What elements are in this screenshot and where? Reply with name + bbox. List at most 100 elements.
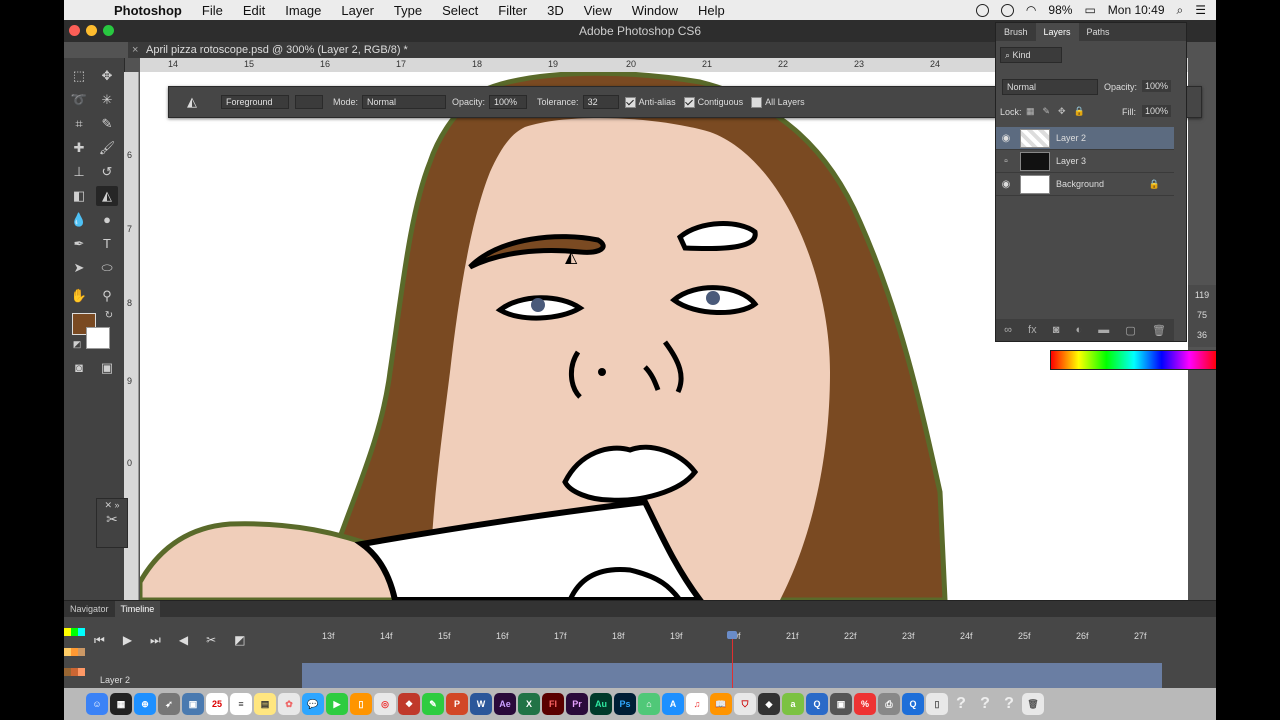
- healing-brush-tool-icon[interactable]: ✚: [68, 138, 90, 158]
- delete-layer-icon[interactable]: 🗑: [1152, 324, 1166, 337]
- transition-icon[interactable]: ◩: [234, 633, 245, 648]
- menu-image[interactable]: Image: [285, 3, 321, 18]
- marquee-tool-icon[interactable]: ⬚: [68, 66, 90, 86]
- new-layer-icon[interactable]: ▢: [1125, 324, 1135, 337]
- screen-mode-icon[interactable]: ▣: [96, 358, 118, 378]
- pdf-icon[interactable]: ⛉: [734, 693, 756, 715]
- color-spectrum-bar[interactable]: [1050, 350, 1216, 370]
- itunes-icon[interactable]: ♫: [686, 693, 708, 715]
- layer-row-layer-3[interactable]: ▫ Layer 3: [996, 150, 1174, 173]
- tab-navigator[interactable]: Navigator: [64, 601, 115, 617]
- mode-select[interactable]: Normal: [362, 95, 447, 109]
- photos-icon[interactable]: ✿: [278, 693, 300, 715]
- reminders-icon[interactable]: ▤: [254, 693, 276, 715]
- ibooks-icon[interactable]: ▯: [350, 693, 372, 715]
- ellipse-tool-icon[interactable]: ⬭: [96, 258, 118, 278]
- fill-input[interactable]: 100%: [1142, 105, 1172, 117]
- visibility-empty-icon[interactable]: ▫: [996, 156, 1016, 167]
- dodge-tool-icon[interactable]: ●: [96, 210, 118, 230]
- background-color-swatch[interactable]: [86, 327, 110, 349]
- brush-tool-icon[interactable]: 🖌: [96, 138, 118, 158]
- excel-icon[interactable]: X: [518, 693, 540, 715]
- help-icon[interactable]: ?: [974, 693, 996, 715]
- menu-help[interactable]: Help: [698, 3, 725, 18]
- notification-icon[interactable]: ☰: [1195, 3, 1206, 17]
- panel-collapse-icon[interactable]: ✕ »: [97, 499, 127, 511]
- next-frame-icon[interactable]: ⏭: [150, 633, 161, 648]
- appstore-icon[interactable]: A: [662, 693, 684, 715]
- blur-tool-icon[interactable]: 💧: [68, 210, 90, 230]
- menu-photoshop[interactable]: Photoshop: [114, 3, 182, 18]
- lasso-tool-icon[interactable]: ➰: [68, 90, 90, 110]
- flash-icon[interactable]: Fl: [542, 693, 564, 715]
- pattern-picker[interactable]: [295, 95, 323, 109]
- audio-icon[interactable]: ◀: [179, 633, 188, 648]
- after-effects-icon[interactable]: Ae: [494, 693, 516, 715]
- tab-timeline[interactable]: Timeline: [114, 601, 161, 617]
- rocket-icon[interactable]: ➶: [158, 693, 180, 715]
- help-icon[interactable]: ?: [950, 693, 972, 715]
- tab-brush[interactable]: Brush: [996, 23, 1036, 41]
- contiguous-checkbox[interactable]: [683, 96, 695, 108]
- spotlight-icon[interactable]: ⌕: [1177, 3, 1184, 18]
- visibility-eye-icon[interactable]: ◉: [996, 133, 1016, 144]
- vpn-icon[interactable]: [1000, 3, 1014, 17]
- search-app-icon[interactable]: Q: [902, 693, 924, 715]
- wifi-icon[interactable]: ◠: [1026, 3, 1036, 17]
- hand-tool-icon[interactable]: ✋: [68, 286, 90, 306]
- menu-layer[interactable]: Layer: [341, 3, 374, 18]
- first-frame-icon[interactable]: ⏮: [94, 633, 105, 648]
- zoom-window-button[interactable]: [103, 25, 114, 36]
- green-app-icon[interactable]: a: [782, 693, 804, 715]
- blend-mode-select[interactable]: Normal: [1002, 79, 1098, 95]
- new-group-icon[interactable]: ▬: [1098, 324, 1109, 336]
- premiere-icon[interactable]: Pr: [566, 693, 588, 715]
- menu-edit[interactable]: Edit: [243, 3, 265, 18]
- utility-icon[interactable]: ▣: [830, 693, 852, 715]
- scissors-icon[interactable]: ✂: [97, 511, 127, 528]
- close-window-button[interactable]: [69, 25, 80, 36]
- menu-file[interactable]: File: [202, 3, 223, 18]
- tolerance-input[interactable]: 32: [582, 95, 619, 109]
- zoom-tool-icon[interactable]: ⚲: [96, 286, 118, 306]
- maps-icon[interactable]: ⌂: [638, 693, 660, 715]
- dark-app-icon[interactable]: ◆: [758, 693, 780, 715]
- paint-bucket-tool-icon[interactable]: ◭: [96, 186, 118, 206]
- move-tool-icon[interactable]: ✥: [96, 66, 118, 86]
- all-layers-checkbox[interactable]: [751, 96, 763, 108]
- help-icon[interactable]: ?: [998, 693, 1020, 715]
- default-colors-icon[interactable]: ◩: [66, 334, 88, 354]
- add-mask-icon[interactable]: ◙: [1053, 324, 1060, 336]
- facetime-icon[interactable]: ▶: [326, 693, 348, 715]
- paint-bucket-icon[interactable]: ◭: [187, 94, 197, 110]
- type-tool-icon[interactable]: T: [96, 234, 118, 254]
- quick-mask-icon[interactable]: ◙: [68, 358, 90, 378]
- messages-icon[interactable]: 💬: [302, 693, 324, 715]
- adjustment-layer-icon[interactable]: ◐: [1076, 324, 1083, 336]
- layer-row-layer-2[interactable]: ◉ Layer 2: [996, 127, 1174, 150]
- fx-icon[interactable]: fx: [1028, 324, 1037, 336]
- printer-icon[interactable]: ⎙: [878, 693, 900, 715]
- swatches-panel[interactable]: [64, 628, 86, 688]
- menu-filter[interactable]: Filter: [498, 3, 527, 18]
- photoshop-icon[interactable]: Ps: [614, 693, 636, 715]
- playhead[interactable]: [727, 631, 737, 689]
- books-icon[interactable]: 📖: [710, 693, 732, 715]
- timeline-layer-label[interactable]: Layer 2: [100, 675, 130, 685]
- finder-icon[interactable]: ☺: [86, 693, 108, 715]
- opacity-input[interactable]: 100%: [489, 95, 528, 109]
- audition-icon[interactable]: Au: [590, 693, 612, 715]
- calendar-icon[interactable]: 25: [206, 693, 228, 715]
- quicktime-icon[interactable]: Q: [806, 693, 828, 715]
- launchpad-icon[interactable]: ▦: [110, 693, 132, 715]
- record-icon[interactable]: [975, 3, 989, 17]
- document-tab[interactable]: × April pizza rotoscope.psd @ 300% (Laye…: [128, 42, 1068, 58]
- layer-opacity-input[interactable]: 100%: [1142, 80, 1172, 92]
- history-brush-tool-icon[interactable]: ↺: [96, 162, 118, 182]
- pen-tool-icon[interactable]: ✒: [68, 234, 90, 254]
- battery-percent[interactable]: 98%: [1048, 3, 1072, 17]
- menu-3d[interactable]: 3D: [547, 3, 564, 18]
- clock[interactable]: Mon 10:49: [1108, 3, 1165, 17]
- document-icon[interactable]: ▯: [926, 693, 948, 715]
- minimize-window-button[interactable]: [86, 25, 97, 36]
